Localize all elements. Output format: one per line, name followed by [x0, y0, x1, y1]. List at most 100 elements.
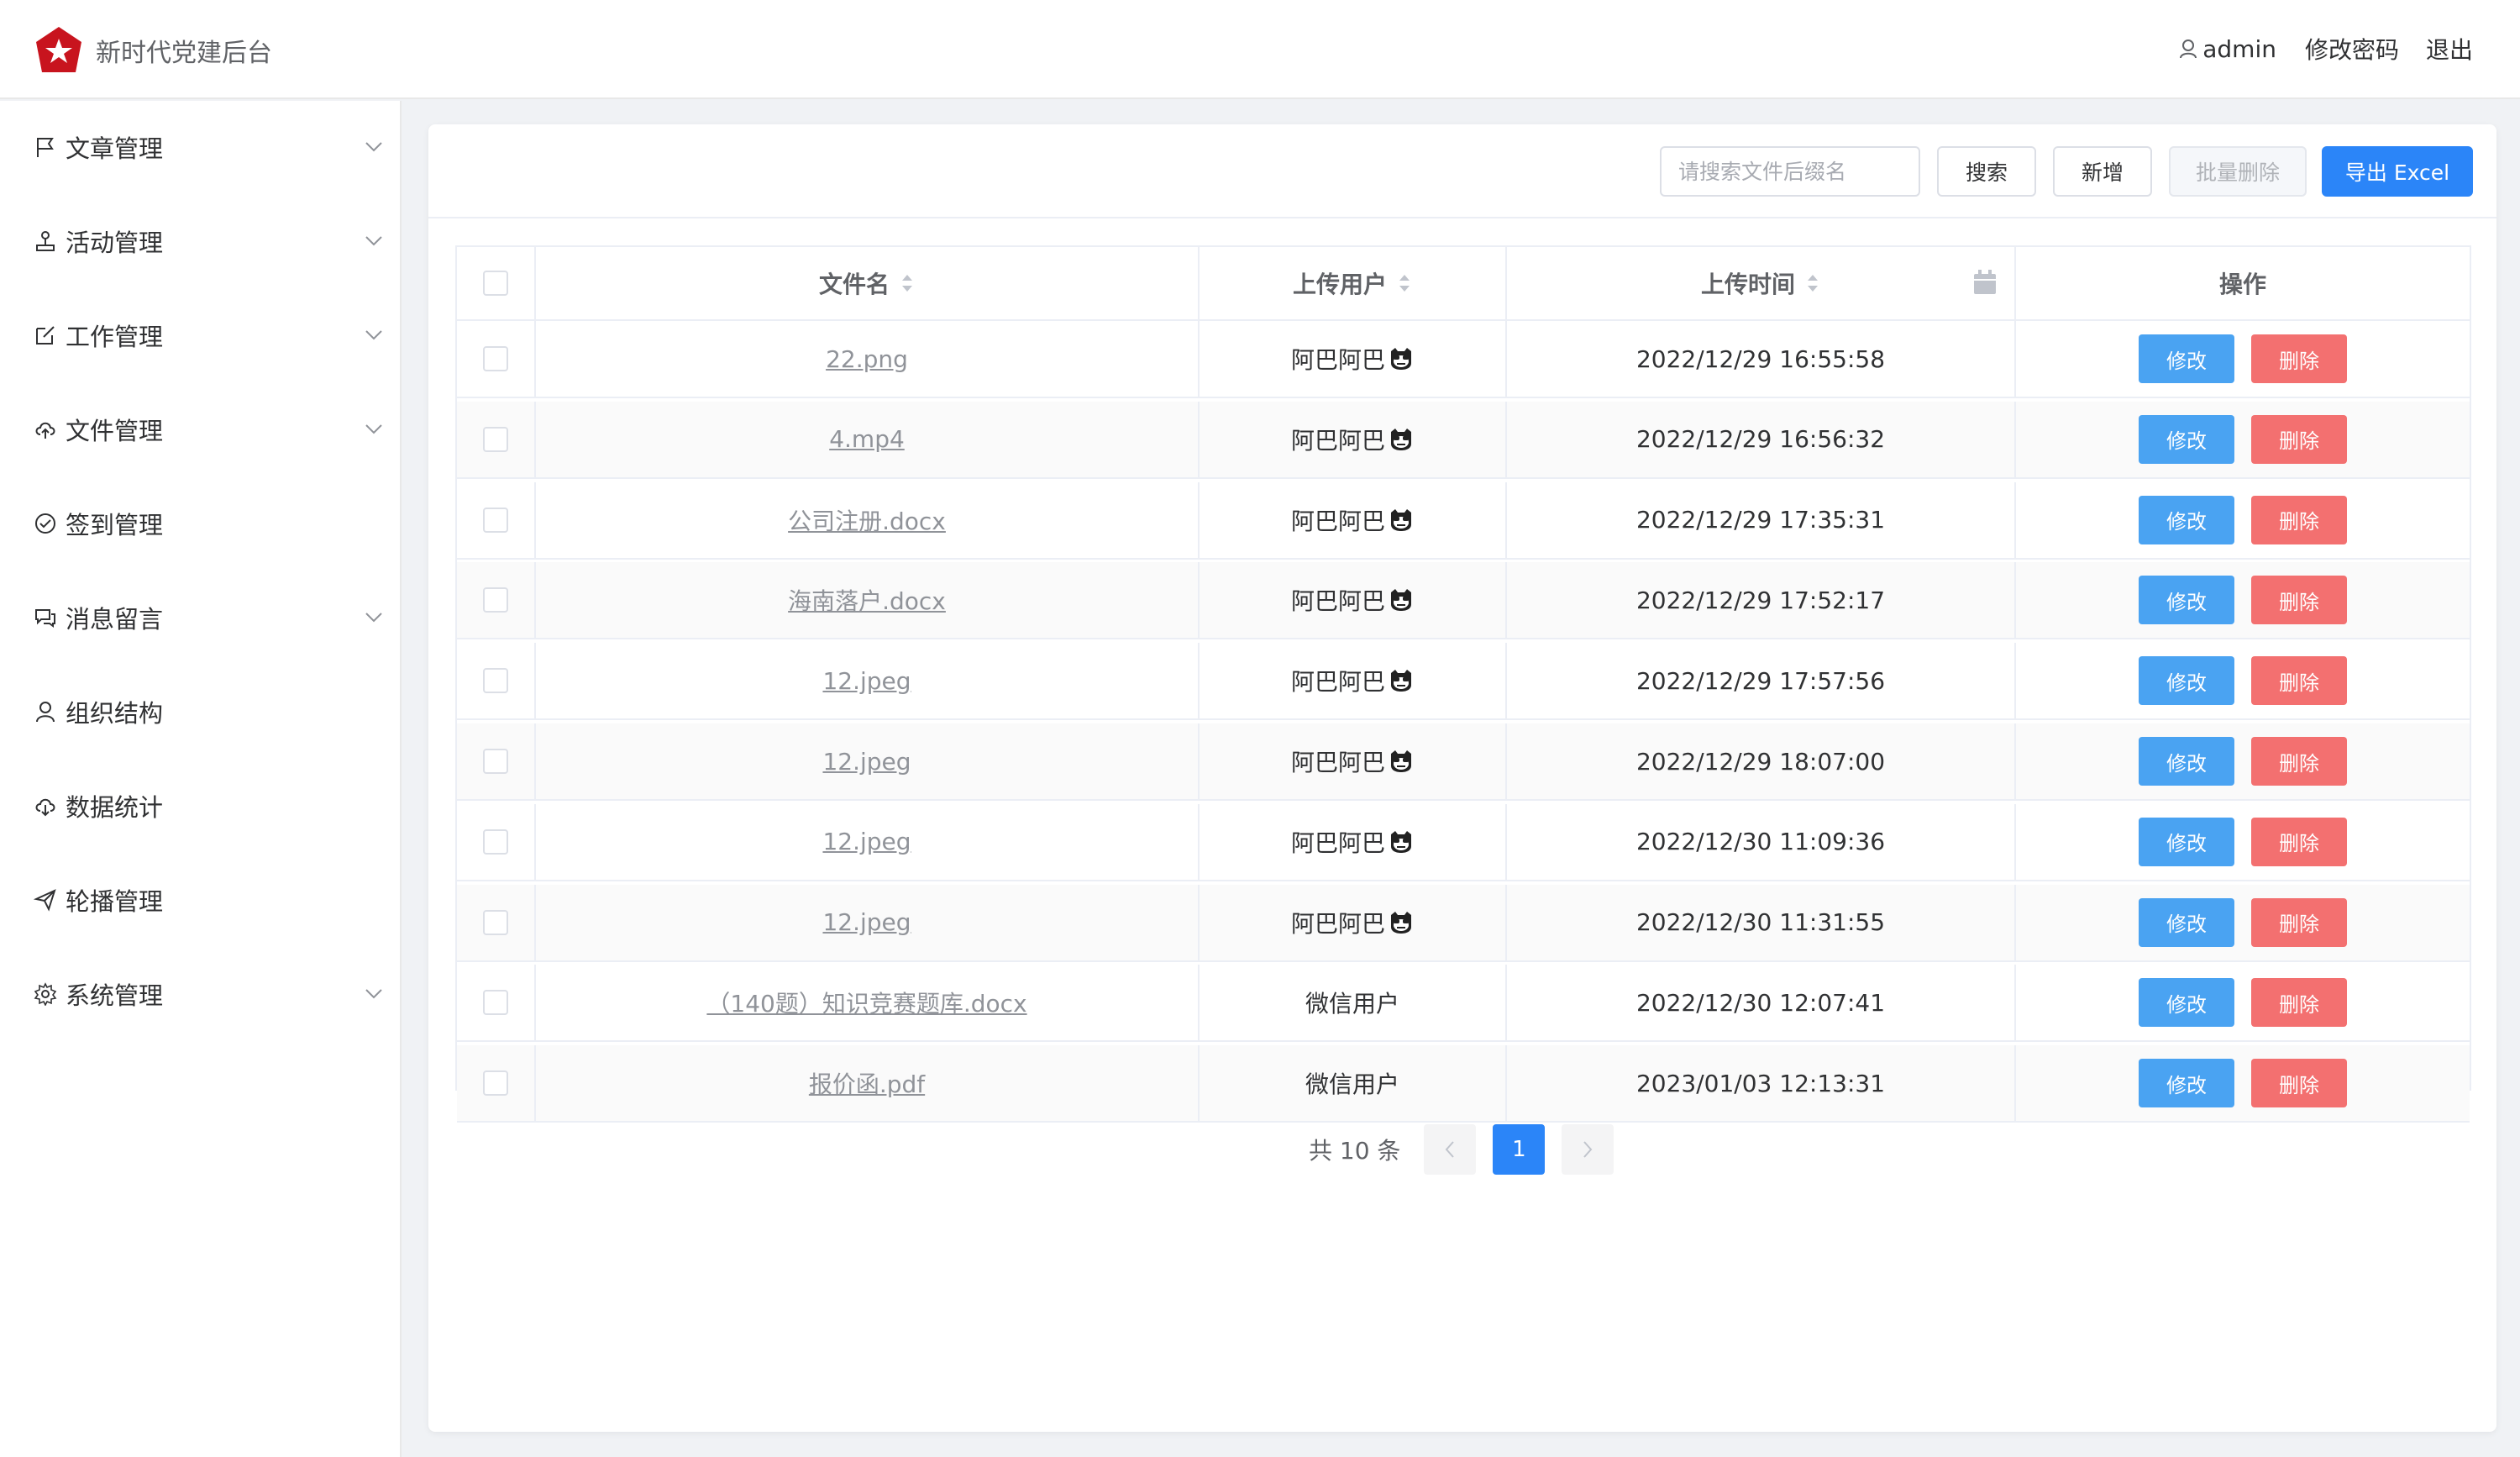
- user-menu[interactable]: admin: [2179, 35, 2276, 63]
- check-circle-icon: [35, 513, 55, 534]
- row-checkbox[interactable]: [483, 507, 508, 533]
- edit-button[interactable]: 修改: [2139, 897, 2234, 947]
- edit-button[interactable]: 修改: [2139, 576, 2234, 625]
- file-name-link[interactable]: （140题）知识竞赛题库.docx: [706, 986, 1026, 1019]
- edit-button[interactable]: 修改: [2139, 495, 2234, 544]
- batch-delete-button[interactable]: 批量删除: [2169, 146, 2307, 197]
- file-name-link[interactable]: 12.jpeg: [822, 667, 911, 695]
- sort-icon[interactable]: [1805, 271, 1820, 295]
- sidebar-item-carousel[interactable]: 轮播管理: [0, 858, 400, 942]
- row-checkbox[interactable]: [483, 587, 508, 613]
- upload-time: 2022/12/30 11:09:36: [1635, 828, 1886, 856]
- main-card: 搜索 新增 批量删除 导出 Excel 文件名 上传用户 上传时间 操作: [428, 124, 2496, 1432]
- edit-icon: [36, 326, 55, 345]
- select-all-checkbox[interactable]: [483, 271, 508, 296]
- file-name-link[interactable]: 报价函.pdf: [809, 1066, 925, 1100]
- export-excel-button[interactable]: 导出 Excel: [2322, 146, 2473, 197]
- delete-button[interactable]: 删除: [2251, 495, 2347, 544]
- change-password-link[interactable]: 修改密码: [2305, 32, 2399, 66]
- sidebar-item-label: 工作管理: [66, 323, 164, 351]
- search-button[interactable]: 搜索: [1937, 146, 2036, 197]
- edit-button[interactable]: 修改: [2139, 334, 2234, 383]
- sidebar-item-files[interactable]: 文件管理: [0, 387, 400, 471]
- sidebar-item-label: 数据统计: [66, 793, 164, 822]
- upload-user-cell: 阿巴阿巴: [1200, 884, 1507, 960]
- delete-button[interactable]: 删除: [2251, 576, 2347, 625]
- sidebar-item-organization[interactable]: 组织结构: [0, 670, 400, 754]
- edit-button[interactable]: 修改: [2139, 414, 2234, 464]
- files-table: 文件名 上传用户 上传时间 操作 22.png 阿巴阿巴 2022/12/29 16…: [455, 245, 2471, 1123]
- sort-icon[interactable]: [900, 271, 915, 295]
- ops-cell: 修改 删除: [2016, 1045, 2470, 1121]
- edit-button[interactable]: 修改: [2139, 817, 2234, 866]
- ops-cell: 修改 删除: [2016, 804, 2470, 880]
- add-button[interactable]: 新增: [2053, 146, 2152, 197]
- logout-link[interactable]: 退出: [2426, 32, 2473, 66]
- delete-button[interactable]: 删除: [2251, 334, 2347, 383]
- sort-icon[interactable]: [1397, 271, 1412, 295]
- edit-button[interactable]: 修改: [2139, 656, 2234, 706]
- upload-user-cell: 微信用户: [1200, 1045, 1507, 1122]
- row-checkbox[interactable]: [483, 1070, 508, 1097]
- file-name-link[interactable]: 12.jpeg: [822, 828, 911, 855]
- row-select-cell: [457, 803, 536, 880]
- edit-button[interactable]: 修改: [2139, 737, 2234, 786]
- row-checkbox[interactable]: [483, 909, 508, 935]
- delete-button[interactable]: 删除: [2251, 414, 2347, 464]
- upload-user-cell: 阿巴阿巴: [1200, 803, 1507, 880]
- delete-button[interactable]: 删除: [2251, 737, 2347, 786]
- file-name-cell: 报价函.pdf: [536, 1045, 1200, 1122]
- file-name-link[interactable]: 12.jpeg: [822, 908, 911, 936]
- column-header-user[interactable]: 上传用户: [1200, 247, 1507, 319]
- page-number-button[interactable]: 1: [1493, 1124, 1546, 1175]
- chevron-down-icon: [365, 989, 382, 999]
- calendar-icon[interactable]: [1972, 269, 1998, 296]
- column-header-name[interactable]: 文件名: [536, 247, 1200, 319]
- edit-button[interactable]: 修改: [2139, 978, 2234, 1028]
- table-row: 12.jpeg 阿巴阿巴 2022/12/29 18:07:00 修改 删除: [457, 723, 2470, 801]
- row-checkbox[interactable]: [483, 346, 508, 371]
- edit-button[interactable]: 修改: [2139, 1059, 2234, 1108]
- chevron-down-icon: [365, 236, 382, 246]
- file-name-link[interactable]: 22.png: [826, 345, 908, 373]
- file-name-link[interactable]: 12.jpeg: [822, 748, 911, 776]
- sidebar-item-activities[interactable]: 活动管理: [0, 199, 400, 283]
- upload-user: 微信用户: [1305, 990, 1399, 1018]
- sidebar-item-statistics[interactable]: 数据统计: [0, 764, 400, 848]
- row-checkbox[interactable]: [483, 426, 508, 452]
- prev-page-button[interactable]: [1424, 1124, 1477, 1175]
- top-header: 新时代党建后台 admin 修改密码 退出: [0, 0, 2520, 99]
- sidebar-item-checkin[interactable]: 签到管理: [0, 481, 400, 565]
- column-header-time[interactable]: 上传时间: [1507, 247, 2016, 319]
- row-select-cell: [457, 965, 536, 1041]
- table-row: （140题）知识竞赛题库.docx 微信用户 2022/12/30 12:07:41…: [457, 965, 2470, 1043]
- search-input[interactable]: [1660, 146, 1920, 197]
- delete-button[interactable]: 删除: [2251, 897, 2347, 947]
- file-name-link[interactable]: 海南落户.docx: [788, 583, 946, 617]
- delete-button[interactable]: 删除: [2251, 1059, 2347, 1108]
- sidebar-item-articles[interactable]: 文章管理: [0, 105, 400, 189]
- row-checkbox[interactable]: [483, 990, 508, 1016]
- gear-icon: [34, 982, 57, 1006]
- sidebar-item-messages[interactable]: 消息留言: [0, 576, 400, 660]
- upload-user: 阿巴阿巴: [1290, 909, 1385, 938]
- row-checkbox[interactable]: [483, 668, 508, 694]
- delete-button[interactable]: 删除: [2251, 656, 2347, 706]
- delete-button[interactable]: 删除: [2251, 817, 2347, 866]
- row-checkbox[interactable]: [483, 749, 508, 774]
- row-checkbox[interactable]: [483, 828, 508, 855]
- file-name-link[interactable]: 4.mp4: [829, 425, 905, 453]
- upload-time-cell: 2022/12/30 11:31:55: [1507, 884, 2016, 960]
- sidebar-item-system[interactable]: 系统管理: [0, 952, 400, 1036]
- header-select-cell: [457, 247, 536, 319]
- file-name-link[interactable]: 公司注册.docx: [788, 503, 946, 537]
- upload-time: 2023/01/03 12:13:31: [1635, 1069, 1886, 1097]
- table-row: 12.jpeg 阿巴阿巴 2022/12/30 11:31:55 修改 删除: [457, 884, 2470, 962]
- emoji-face-icon: [1391, 428, 1411, 450]
- delete-button[interactable]: 删除: [2251, 978, 2347, 1028]
- row-select-cell: [457, 723, 536, 799]
- next-page-button[interactable]: [1562, 1124, 1614, 1175]
- pagination: 共 10 条 1: [1309, 1124, 1630, 1175]
- sidebar-item-work[interactable]: 工作管理: [0, 293, 400, 377]
- upload-user-cell: 阿巴阿巴: [1200, 321, 1507, 397]
